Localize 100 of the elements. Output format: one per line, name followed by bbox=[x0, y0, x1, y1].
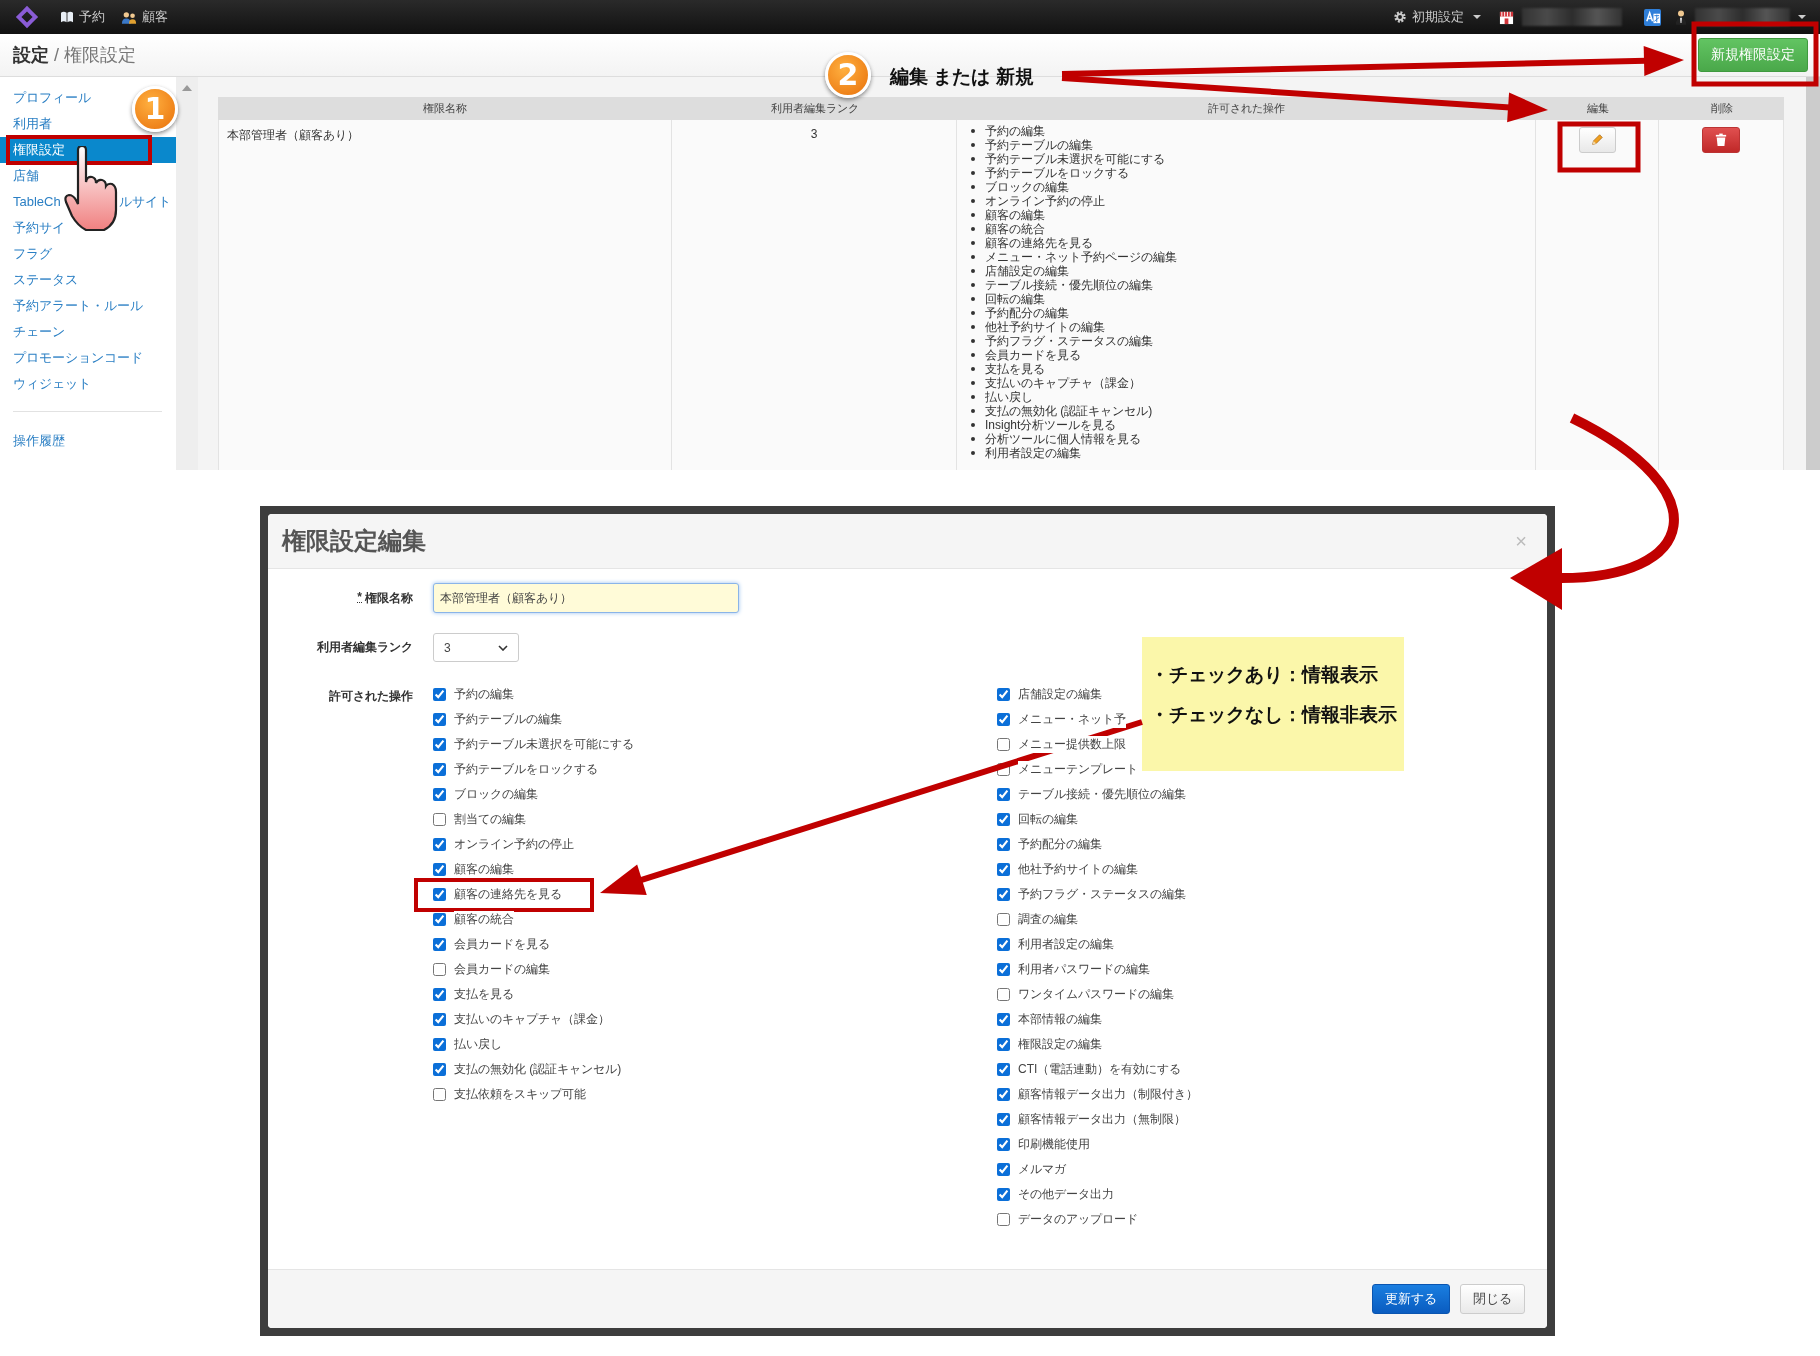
checkbox[interactable] bbox=[433, 913, 446, 926]
checkbox[interactable] bbox=[997, 838, 1010, 851]
list-item: 支払の無効化 (認証キャンセル) bbox=[971, 404, 1535, 418]
checkbox-label: 予約テーブルをロックする bbox=[454, 761, 598, 778]
list-item: 回転の編集 bbox=[971, 292, 1535, 306]
checkbox[interactable] bbox=[997, 1038, 1010, 1051]
user-icon[interactable] bbox=[1675, 9, 1687, 25]
checkbox[interactable] bbox=[433, 1063, 446, 1076]
checkbox[interactable] bbox=[997, 713, 1010, 726]
checkbox[interactable] bbox=[433, 888, 446, 901]
checkbox[interactable] bbox=[433, 763, 446, 776]
checkbox[interactable] bbox=[997, 988, 1010, 1001]
checkbox-label: 会員カードの編集 bbox=[454, 961, 550, 978]
checkbox[interactable] bbox=[433, 713, 446, 726]
checkbox-label: 顧客の統合 bbox=[454, 911, 514, 928]
sidebar-item[interactable]: 利用者 bbox=[0, 111, 56, 137]
checkbox[interactable] bbox=[997, 788, 1010, 801]
scrollbar[interactable] bbox=[1806, 77, 1820, 470]
checkbox-label: 支払の無効化 (認証キャンセル) bbox=[454, 1061, 622, 1078]
checkbox-label: 印刷機能使用 bbox=[1018, 1136, 1090, 1153]
sidebar-item[interactable]: ルサイト bbox=[118, 189, 171, 215]
settings-icon bbox=[1393, 10, 1407, 24]
new-permission-button[interactable]: 新規権限設定 bbox=[1698, 38, 1808, 72]
translate-icon[interactable] bbox=[1644, 8, 1661, 26]
list-item: ブロックの編集 bbox=[971, 180, 1535, 194]
checkbox-label: その他データ出力 bbox=[1018, 1186, 1114, 1203]
history-link[interactable]: 操作履歴 bbox=[0, 428, 69, 454]
checkbox[interactable] bbox=[433, 1038, 446, 1051]
checkbox-label: 予約テーブル未選択を可能にする bbox=[454, 736, 634, 753]
checkbox[interactable] bbox=[997, 688, 1010, 701]
checkbox[interactable] bbox=[433, 988, 446, 1001]
checkbox-label: 店舗設定の編集 bbox=[1018, 686, 1102, 703]
list-item: 分析ツールに個人情報を見る bbox=[971, 432, 1535, 446]
checkbox[interactable] bbox=[997, 913, 1010, 926]
nav-link[interactable]: 顧客 bbox=[121, 8, 168, 26]
sidebar-item[interactable]: TableCh bbox=[13, 189, 61, 215]
sidebar-item[interactable]: プロモーションコード bbox=[0, 345, 147, 371]
list-item: 支払を見る bbox=[971, 362, 1535, 376]
checkbox[interactable] bbox=[997, 763, 1010, 776]
checkbox[interactable] bbox=[997, 863, 1010, 876]
checkbox[interactable] bbox=[433, 963, 446, 976]
checkbox[interactable] bbox=[433, 1088, 446, 1101]
checkbox-label: テーブル接続・優先順位の編集 bbox=[1018, 786, 1186, 803]
breadcrumb-separator: / bbox=[54, 45, 59, 66]
checkbox-label: 予約テーブルの編集 bbox=[454, 711, 562, 728]
checkbox[interactable] bbox=[997, 938, 1010, 951]
checkbox[interactable] bbox=[997, 1188, 1010, 1201]
checkbox-label: 支払を見る bbox=[454, 986, 514, 1003]
checkbox[interactable] bbox=[433, 688, 446, 701]
checkbox[interactable] bbox=[433, 938, 446, 951]
column-header: 編集 bbox=[1585, 101, 1610, 116]
shop-icon[interactable] bbox=[1499, 9, 1514, 25]
checkbox[interactable] bbox=[433, 813, 446, 826]
sidebar-item[interactable]: ウィジェット bbox=[0, 371, 95, 397]
checkbox[interactable] bbox=[997, 1213, 1010, 1226]
sidebar-item[interactable]: ステータス bbox=[0, 267, 82, 293]
settings-menu[interactable]: 初期設定 bbox=[1393, 8, 1481, 26]
checkbox-label: 会員カードを見る bbox=[454, 936, 550, 953]
checkbox[interactable] bbox=[997, 1063, 1010, 1076]
column-header: 許可された操作 bbox=[1207, 101, 1286, 116]
update-button[interactable]: 更新する bbox=[1372, 1284, 1450, 1314]
chevron-down-icon bbox=[498, 644, 508, 651]
checkbox-label: 調査の編集 bbox=[1018, 911, 1078, 928]
list-item: 顧客の連絡先を見る bbox=[971, 236, 1535, 250]
checkbox[interactable] bbox=[433, 788, 446, 801]
list-item: テーブル接続・優先順位の編集 bbox=[971, 278, 1535, 292]
sidebar-item[interactable]: 予約アラート・ルール bbox=[0, 293, 147, 319]
nav-link[interactable]: 予約 bbox=[60, 8, 105, 26]
caret-icon[interactable] bbox=[1798, 15, 1806, 19]
caret-icon bbox=[1473, 15, 1481, 19]
checkbox-label: 回転の編集 bbox=[1018, 811, 1078, 828]
checkbox[interactable] bbox=[997, 963, 1010, 976]
checkbox[interactable] bbox=[997, 888, 1010, 901]
sidebar-item[interactable]: フラグ bbox=[0, 241, 56, 267]
checkbox[interactable] bbox=[433, 863, 446, 876]
sidebar-item[interactable]: 店舗 bbox=[0, 163, 43, 189]
close-dialog-button[interactable]: 閉じる bbox=[1460, 1284, 1525, 1314]
checkbox[interactable] bbox=[433, 838, 446, 851]
checkbox[interactable] bbox=[997, 738, 1010, 751]
checkbox[interactable] bbox=[997, 1013, 1010, 1026]
column-header: 利用者編集ランク bbox=[769, 101, 860, 116]
scrollbar[interactable] bbox=[176, 77, 198, 470]
checkbox[interactable] bbox=[997, 1088, 1010, 1101]
checkbox[interactable] bbox=[997, 1138, 1010, 1151]
delete-button[interactable] bbox=[1702, 127, 1740, 153]
sidebar-item[interactable]: チェーン bbox=[0, 319, 69, 345]
checkbox[interactable] bbox=[997, 1163, 1010, 1176]
hand-cursor-icon bbox=[64, 146, 118, 232]
sidebar-item[interactable]: プロフィール bbox=[0, 85, 95, 111]
checkbox-label: メニュー・ネット予 bbox=[1018, 711, 1126, 728]
checkbox[interactable] bbox=[997, 1113, 1010, 1126]
rank-select[interactable]: 3 bbox=[433, 633, 519, 662]
logo-icon[interactable] bbox=[14, 4, 40, 30]
checkbox[interactable] bbox=[997, 813, 1010, 826]
name-input-field[interactable]: 本部管理者（顧客あり） bbox=[433, 583, 739, 613]
breadcrumb-section: 設定 bbox=[13, 43, 49, 67]
step-badge: 1 bbox=[132, 86, 178, 132]
checkbox[interactable] bbox=[433, 1013, 446, 1026]
checkbox[interactable] bbox=[433, 738, 446, 751]
list-item: オンライン予約の停止 bbox=[971, 194, 1535, 208]
